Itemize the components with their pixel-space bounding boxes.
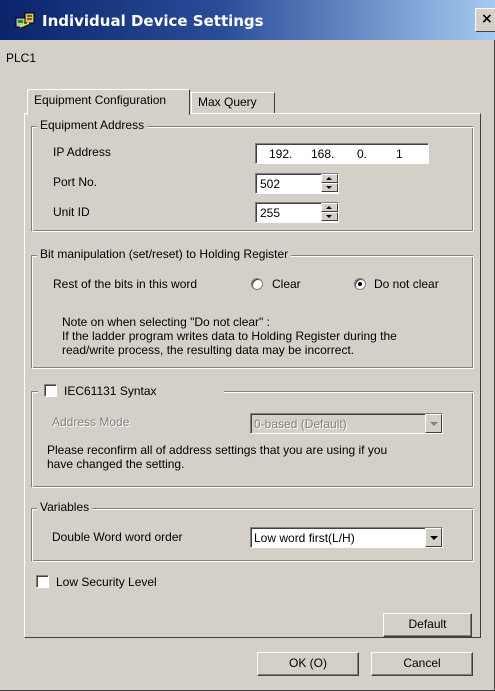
variables-legend: Variables — [37, 500, 93, 514]
equipment-address-legend: Equipment Address — [37, 118, 148, 132]
port-no-spinner[interactable] — [321, 174, 338, 193]
ip-octet-4[interactable]: 1 — [396, 147, 403, 161]
do-not-clear-note: Note on when selecting "Do not clear" : … — [62, 315, 397, 357]
iec61131-syntax-label[interactable]: IEC61131 Syntax — [64, 384, 157, 398]
iec61131-syntax-checkbox[interactable] — [44, 384, 57, 397]
rest-of-bits-label: Rest of the bits in this word — [53, 277, 198, 291]
double-word-order-value: Low word first(L/H) — [254, 531, 355, 545]
equipment-address-group — [31, 126, 474, 232]
unit-id-spinner[interactable] — [321, 203, 338, 222]
do-not-clear-radio[interactable] — [354, 278, 366, 290]
low-security-label[interactable]: Low Security Level — [56, 575, 157, 589]
address-mode-value: 0-based (Default) — [254, 417, 347, 431]
unit-id-label: Unit ID — [53, 205, 90, 219]
default-button[interactable]: Default — [383, 613, 472, 637]
bit-manipulation-legend: Bit manipulation (set/reset) to Holding … — [37, 247, 292, 261]
unit-id-field[interactable]: 255 — [255, 202, 339, 223]
low-security-checkbox[interactable] — [36, 575, 49, 588]
ip-octet-2[interactable]: 168. — [311, 147, 334, 161]
address-mode-label: Address Mode — [52, 415, 130, 429]
clear-radio-label[interactable]: Clear — [272, 277, 301, 291]
ip-address-label: IP Address — [53, 145, 111, 159]
spin-up-icon[interactable] — [321, 174, 338, 183]
do-not-clear-radio-label[interactable]: Do not clear — [374, 277, 439, 291]
tab-equipment-configuration[interactable]: Equipment Configuration — [27, 89, 190, 115]
address-mode-select: 0-based (Default) — [250, 413, 443, 434]
devices-icon — [15, 12, 35, 28]
radio-selected-dot-icon — [358, 282, 362, 286]
spin-down-icon[interactable] — [321, 183, 338, 192]
title-bar[interactable]: Individual Device Settings × — [0, 0, 495, 40]
clear-radio[interactable] — [251, 278, 263, 290]
ip-octet-1[interactable]: 192. — [269, 147, 292, 161]
tab-max-query[interactable]: Max Query — [191, 92, 275, 114]
spin-down-icon[interactable] — [321, 212, 338, 221]
port-no-label: Port No. — [53, 175, 98, 189]
close-button[interactable]: × — [475, 8, 495, 32]
spin-up-icon[interactable] — [321, 203, 338, 212]
port-no-field[interactable]: 502 — [255, 173, 339, 194]
iec-group — [31, 391, 474, 488]
reconfirm-note: Please reconfirm all of address settings… — [47, 443, 388, 471]
double-word-order-label: Double Word word order — [52, 530, 183, 544]
unit-id-value: 255 — [260, 206, 281, 220]
window-title: Individual Device Settings — [42, 12, 264, 30]
double-word-order-select[interactable]: Low word first(L/H) — [250, 527, 443, 548]
dialog-window: Individual Device Settings × PLC1 Equipm… — [0, 0, 495, 691]
port-no-value: 502 — [260, 177, 281, 191]
ok-button[interactable]: OK (O) — [257, 652, 359, 676]
device-name-label: PLC1 — [6, 51, 37, 65]
cancel-button[interactable]: Cancel — [371, 652, 473, 676]
chevron-down-icon[interactable] — [425, 528, 442, 547]
chevron-down-icon — [425, 414, 442, 433]
ip-octet-3[interactable]: 0. — [357, 147, 367, 161]
ip-address-field[interactable]: 192. 168. 0. 1 — [255, 143, 429, 164]
